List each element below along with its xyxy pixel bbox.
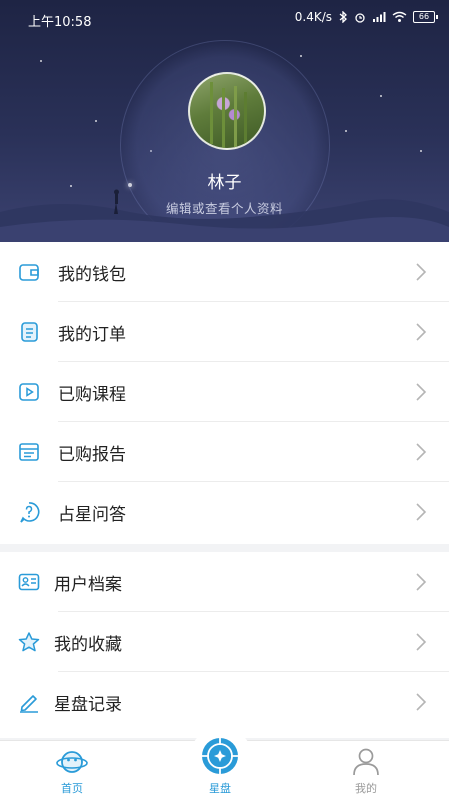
avatar[interactable] (188, 72, 266, 150)
menu-item-wallet[interactable]: 我的钱包 (0, 242, 449, 302)
status-time: 上午10:58 (28, 15, 92, 30)
username[interactable]: 林子 (0, 168, 449, 193)
star-decoration (95, 120, 97, 122)
nav-mine[interactable]: 我的 (316, 741, 416, 800)
network-speed: 0.4K/s (294, 10, 332, 24)
report-icon (19, 443, 39, 461)
bluetooth-icon (339, 11, 347, 23)
alarm-icon (355, 13, 365, 23)
course-icon (19, 383, 39, 401)
menu-section-secondary: 用户档案 我的收藏 星盘记录 (0, 552, 449, 738)
menu-label: 我的收藏 (54, 634, 122, 655)
edit-profile-link[interactable]: 编辑或查看个人资料 (0, 198, 449, 217)
star-decoration (345, 130, 347, 132)
menu-item-courses[interactable]: 已购课程 (0, 362, 449, 422)
nav-label-home: 首页 (61, 782, 83, 795)
order-icon (21, 322, 38, 342)
nav-home[interactable]: 首页 (22, 741, 122, 800)
nav-chart[interactable]: 星盘 (170, 738, 270, 800)
menu-label: 已购课程 (58, 384, 126, 405)
menu-label: 我的订单 (58, 324, 126, 345)
menu-label: 占星问答 (58, 504, 126, 525)
pencil-icon (20, 695, 38, 713)
chevron-right-icon (416, 323, 427, 341)
star-decoration (300, 55, 302, 57)
nav-label-chart: 星盘 (209, 782, 231, 795)
menu-item-orders[interactable]: 我的订单 (0, 302, 449, 362)
chevron-right-icon (416, 383, 427, 401)
menu-item-chart-records[interactable]: 星盘记录 (0, 672, 449, 732)
star-icon (18, 632, 40, 652)
chevron-right-icon (416, 633, 427, 651)
profile-header: 上午10:58 0.4K/s 66 林子 编辑或查看个人资料 (0, 0, 449, 242)
status-icons: 0.4K/s 66 (294, 10, 438, 24)
chevron-right-icon (416, 443, 427, 461)
chevron-right-icon (416, 573, 427, 591)
menu-label: 用户档案 (54, 574, 122, 595)
wallet-icon (19, 264, 39, 281)
menu-item-favorites[interactable]: 我的收藏 (0, 612, 449, 672)
menu-label: 已购报告 (58, 444, 126, 465)
menu-label: 星盘记录 (54, 694, 122, 715)
battery-icon: 66 (413, 11, 438, 23)
menu-item-user-profile[interactable]: 用户档案 (0, 552, 449, 612)
star-decoration (40, 60, 42, 62)
status-bar: 上午10:58 0.4K/s 66 (0, 0, 449, 36)
menu-item-astrology-qa[interactable]: 占星问答 (0, 482, 449, 542)
planet-icon (56, 751, 88, 773)
profile-card-icon (18, 573, 40, 591)
menu-label: 我的钱包 (58, 264, 126, 285)
menu-section-primary: 我的钱包 我的订单 已购课程 已购报告 占星问答 (0, 242, 449, 544)
bottom-nav: 首页 星盘 我的 (0, 727, 449, 800)
chevron-right-icon (416, 263, 427, 281)
chevron-right-icon (416, 503, 427, 521)
question-icon (20, 502, 40, 523)
nav-label-mine: 我的 (355, 782, 377, 795)
wifi-icon (392, 11, 407, 22)
star-decoration (420, 150, 422, 152)
user-icon (353, 748, 379, 776)
signal-icon (373, 12, 386, 22)
star-decoration (380, 95, 382, 97)
chevron-right-icon (416, 693, 427, 711)
menu-item-reports[interactable]: 已购报告 (0, 422, 449, 482)
astro-chart-icon (202, 738, 238, 774)
